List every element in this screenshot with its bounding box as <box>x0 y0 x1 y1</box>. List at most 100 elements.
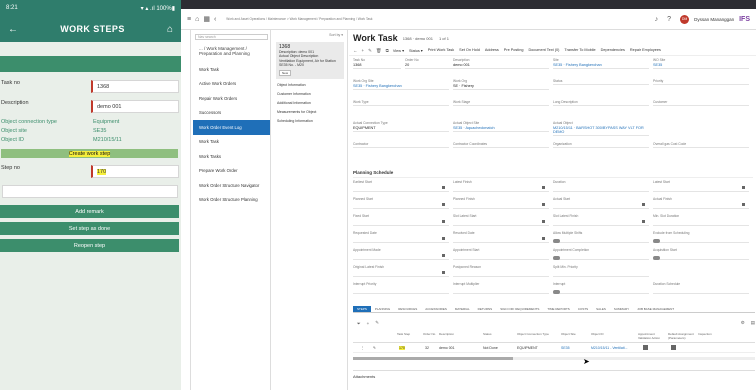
tab-returns[interactable]: RETURNS <box>474 306 497 312</box>
schedule-field[interactable]: Interrupt <box>553 282 649 297</box>
form-field[interactable]: Customer <box>653 100 749 106</box>
filter-icon[interactable]: ⏷ <box>357 321 361 326</box>
table-column-header[interactable]: Order No <box>423 332 437 337</box>
step-no-field[interactable]: 170 <box>91 165 179 178</box>
table-cell-objid[interactable]: M210/15/11 - Ventilati... <box>591 346 628 350</box>
toggle-switch[interactable] <box>653 256 660 260</box>
nav-item[interactable]: Work Order Event Log <box>193 120 270 135</box>
calendar-icon[interactable] <box>442 237 445 240</box>
calendar-icon[interactable] <box>742 186 745 189</box>
toolbar-command[interactable]: Address <box>485 48 499 53</box>
form-field[interactable]: Site SE35 · Fishery Bangkerohan <box>553 58 649 69</box>
form-field[interactable]: Contractor <box>353 142 449 148</box>
add-remark-button[interactable]: Add remark <box>0 205 179 218</box>
toggle-switch[interactable] <box>553 290 560 294</box>
form-field[interactable]: Order No 20 <box>405 58 453 69</box>
calendar-icon[interactable] <box>442 271 445 274</box>
record-card[interactable]: 1368 Description: demo 001 Actual Object… <box>276 42 344 79</box>
schedule-field[interactable]: Duration Schedule <box>653 282 749 297</box>
tab-resources[interactable]: RESOURCES <box>394 306 421 312</box>
nav-item[interactable]: Work Order Structure Planning <box>193 193 270 208</box>
form-field[interactable]: Status <box>553 79 649 85</box>
tab-sales[interactable]: SALES <box>592 306 610 312</box>
delete-icon[interactable]: 🗑 <box>376 48 382 54</box>
record-pager[interactable]: 1 of 1 <box>439 36 449 41</box>
create-work-step-button[interactable]: Create work step <box>1 149 178 158</box>
nav-item[interactable]: Work Tasks <box>193 149 270 164</box>
nav-item[interactable]: Work Task <box>193 135 270 150</box>
calendar-icon[interactable] <box>642 220 645 223</box>
nav-item[interactable]: Prepare Work Order <box>193 164 270 179</box>
back-arrow-icon[interactable]: ← <box>8 24 18 35</box>
table-column-header[interactable]: Description <box>439 332 481 337</box>
schedule-field[interactable]: Allow Multiple Shifts <box>553 231 649 246</box>
tab-sign-off-requirements[interactable]: SIGN OFF REQUIREMENTS <box>496 306 543 312</box>
calendar-icon[interactable] <box>442 254 445 257</box>
schedule-field[interactable]: Requested Date <box>353 231 449 246</box>
calendar-icon[interactable] <box>542 186 545 189</box>
form-field[interactable]: Work Org SE · Fishery <box>453 79 549 90</box>
grid-icon[interactable]: ▦ <box>203 15 210 23</box>
schedule-field[interactable]: Original Latest Finish <box>353 265 449 280</box>
schedule-field[interactable]: Interrupt Priority <box>353 282 449 297</box>
form-field[interactable]: WO Site SE35 <box>653 58 749 69</box>
copy-icon[interactable]: ⧉ <box>386 48 389 53</box>
schedule-field[interactable]: Acquisition Start <box>653 248 749 263</box>
table-column-header[interactable]: Object Site <box>561 332 589 337</box>
toolbar-command[interactable]: Repair Employees <box>630 48 661 53</box>
horizontal-scrollbar[interactable] <box>353 357 755 360</box>
row-edit-icon[interactable]: ✎ <box>373 346 376 350</box>
schedule-field[interactable]: Postponed Reason <box>453 265 549 280</box>
calendar-icon[interactable] <box>642 203 645 206</box>
tab-steps[interactable]: STEPS <box>353 306 371 312</box>
toggle-switch[interactable] <box>553 239 560 243</box>
toolbar-command[interactable]: Status ▾ <box>409 48 423 53</box>
home-icon[interactable]: ⌂ <box>195 16 199 23</box>
calendar-icon[interactable] <box>742 203 745 206</box>
schedule-field[interactable]: Exclude from Scheduling <box>653 231 749 246</box>
form-field[interactable]: Contractor Coordinates <box>453 142 549 148</box>
help-icon[interactable]: ? <box>667 16 671 23</box>
form-field[interactable]: Actual Object Site SE35 · Aquacheckmatch <box>453 121 549 132</box>
table-column-header[interactable]: Default Assignment (Parameters) <box>668 332 696 340</box>
bell-icon[interactable]: ♪ <box>655 16 659 23</box>
schedule-field[interactable]: Earliest Start <box>353 180 449 195</box>
form-field[interactable]: Description demo 001 <box>453 58 549 69</box>
schedule-field[interactable]: Planned Start <box>353 197 449 212</box>
table-column-header[interactable]: Object ID <box>591 332 636 337</box>
table-column-header[interactable]: Appointment Validation Action <box>638 332 666 340</box>
tab-accessories[interactable]: ACCESSORIES <box>421 306 451 312</box>
tab-time-reports[interactable]: TIME REPORTS <box>543 306 573 312</box>
nav-item[interactable]: Successors <box>193 106 270 121</box>
toolbar-command[interactable]: View ▾ <box>393 48 404 53</box>
schedule-field[interactable]: Slot Latest Finish <box>553 214 649 229</box>
schedule-field[interactable]: Slot Latest Start <box>453 214 549 229</box>
toolbar-command[interactable]: Set On Hold <box>459 48 480 53</box>
nav-item[interactable]: Active Work Orders <box>193 77 270 92</box>
avatar[interactable]: DM <box>680 14 690 24</box>
nav-search-input[interactable]: Nav search <box>195 34 268 40</box>
record-section-link[interactable]: Object Information <box>273 81 347 90</box>
schedule-field[interactable]: Planned Finish <box>453 197 549 212</box>
set-step-done-button[interactable]: Set step as done <box>0 222 179 235</box>
form-field[interactable]: Work Stage <box>453 100 549 106</box>
home-icon[interactable]: ⌂ <box>167 24 173 35</box>
toolbar-command[interactable]: Print Work Task <box>428 48 454 53</box>
row-menu-icon[interactable]: ⋮ <box>361 346 365 350</box>
schedule-field[interactable]: Appointment Made <box>353 248 449 263</box>
add-icon[interactable]: + <box>362 48 365 53</box>
schedule-field[interactable]: Latest Start <box>653 180 749 195</box>
schedule-field[interactable]: Interrupt Multiplier <box>453 282 549 297</box>
schedule-field[interactable]: Fixed Start <box>353 214 449 229</box>
table-row[interactable]: ⋮ ✎ 170 32 demo 001 Not Done EQUIPMENT SE35 M210… <box>353 343 755 353</box>
schedule-field[interactable]: Min. Slot Duration <box>653 214 749 229</box>
attachments-section[interactable]: Attachments <box>353 370 755 379</box>
record-section-link[interactable]: Additional Information <box>273 99 347 108</box>
calendar-icon[interactable] <box>442 220 445 223</box>
schedule-field[interactable]: Resolved Date <box>453 231 549 246</box>
calendar-icon[interactable] <box>442 203 445 206</box>
schedule-field[interactable]: Split Min. Priority <box>553 265 649 280</box>
schedule-field[interactable]: Latest Finish <box>453 180 549 195</box>
table-cell-site[interactable]: SE35 <box>561 346 570 350</box>
back-icon[interactable]: ‹ <box>214 16 216 23</box>
